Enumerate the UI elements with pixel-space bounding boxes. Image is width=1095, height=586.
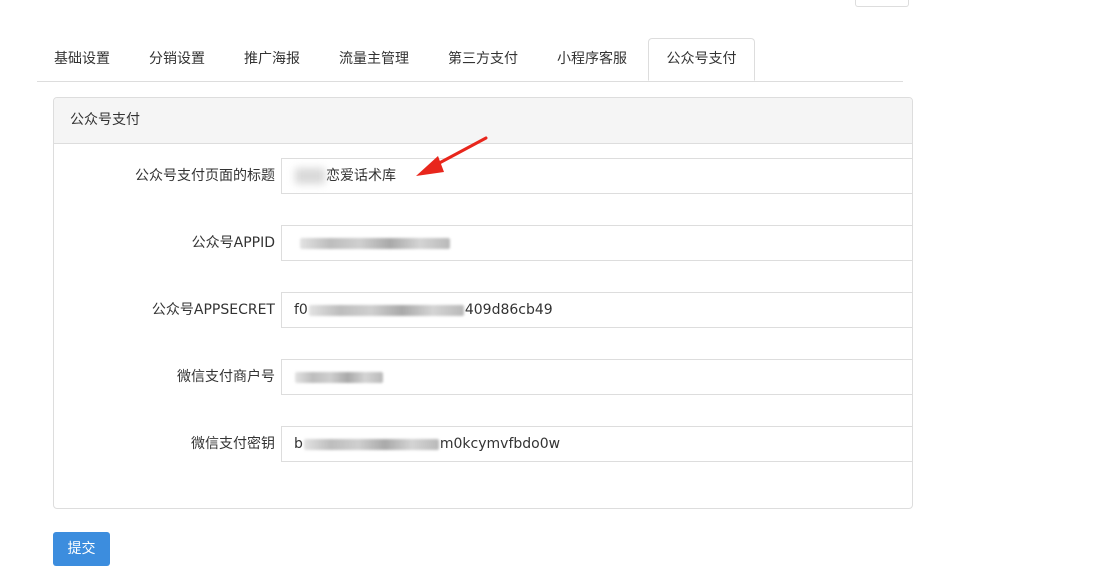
corner-box: [855, 0, 909, 7]
pay-key-prefix: b: [294, 436, 303, 452]
field-row-appsecret: 公众号APPSECRET f0 409d86cb49: [54, 292, 912, 328]
pay-key-suffix: m0kcymvfbdo0w: [439, 436, 561, 452]
appsecret-prefix: f0: [294, 302, 308, 318]
merchant-id-label: 微信支付商户号: [177, 369, 275, 385]
redacted-text: [308, 304, 464, 316]
merchant-id-input[interactable]: [281, 359, 912, 395]
submit-button[interactable]: 提交: [53, 532, 110, 566]
tab-basic-settings[interactable]: 基础设置: [37, 38, 127, 81]
appid-label: 公众号APPID: [191, 235, 275, 251]
pay-key-label: 微信支付密钥: [191, 436, 275, 452]
page-title-input[interactable]: 恋爱话术库: [281, 158, 912, 194]
field-row-merchant-id: 微信支付商户号: [54, 359, 912, 395]
page-title-label: 公众号支付页面的标题: [135, 168, 275, 184]
tab-distribution-settings[interactable]: 分销设置: [132, 38, 222, 81]
tab-miniapp-service[interactable]: 小程序客服: [540, 38, 644, 81]
redacted-text: [303, 438, 439, 450]
appsecret-input[interactable]: f0 409d86cb49: [281, 292, 912, 328]
tab-third-party-pay[interactable]: 第三方支付: [431, 38, 535, 81]
field-row-page-title: 公众号支付页面的标题 恋爱话术库: [54, 158, 912, 194]
redacted-text: [295, 371, 383, 383]
page-title-value: 恋爱话术库: [326, 168, 396, 184]
pay-key-input[interactable]: b m0kcymvfbdo0w: [281, 426, 912, 462]
appsecret-label: 公众号APPSECRET: [151, 302, 275, 318]
tab-traffic-owner[interactable]: 流量主管理: [322, 38, 426, 81]
tab-official-account-pay[interactable]: 公众号支付: [648, 38, 755, 81]
tab-promo-poster[interactable]: 推广海报: [227, 38, 317, 81]
field-row-appid: 公众号APPID: [54, 225, 912, 261]
panel-title: 公众号支付: [54, 98, 912, 144]
redacted-text: [300, 237, 450, 249]
settings-panel: 公众号支付 公众号支付页面的标题 恋爱话术库 公众号APPID 公众号APPSE…: [53, 97, 913, 509]
appid-input[interactable]: [281, 225, 912, 261]
field-row-pay-key: 微信支付密钥 b m0kcymvfbdo0w: [54, 426, 912, 462]
tab-bar: 基础设置 分销设置 推广海报 流量主管理 第三方支付 小程序客服 公众号支付: [37, 38, 903, 82]
appsecret-suffix: 409d86cb49: [464, 302, 553, 318]
redacted-text: [295, 168, 325, 184]
